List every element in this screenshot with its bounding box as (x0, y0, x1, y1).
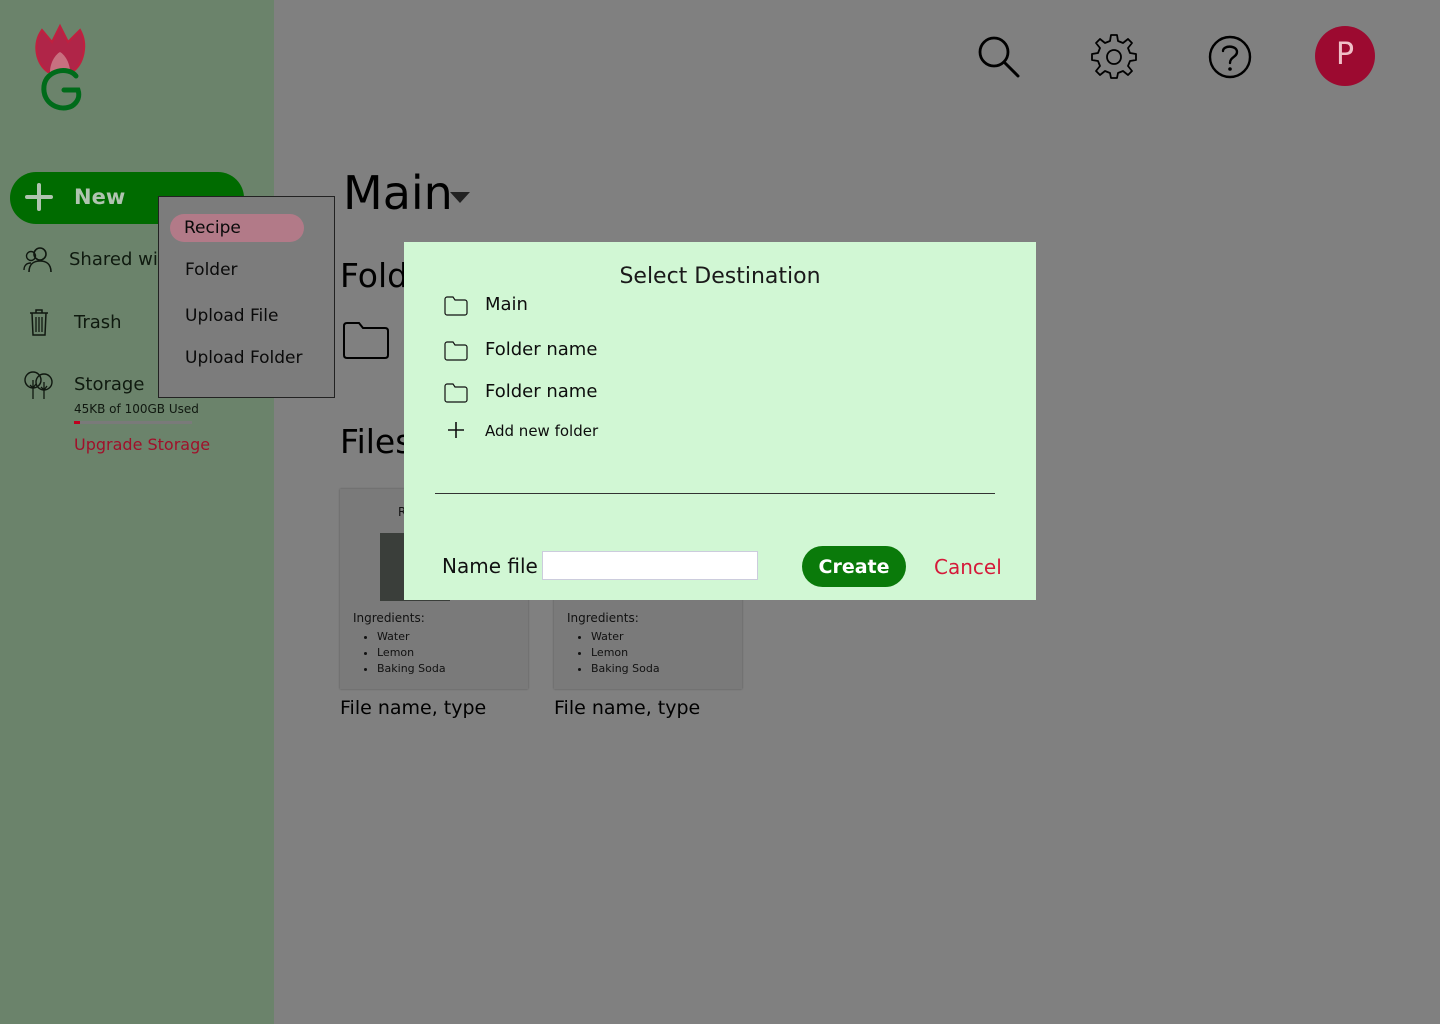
plus-icon (25, 183, 53, 211)
select-destination-dialog: Select Destination Main Folder name Fold… (404, 242, 1036, 600)
folder-icon (444, 341, 468, 361)
ingredients-list: Water Lemon Baking Soda (377, 629, 446, 677)
new-button-label: New (74, 185, 126, 209)
search-icon[interactable] (974, 32, 1022, 80)
menu-item-recipe[interactable]: Recipe (170, 214, 304, 242)
menu-item-folder[interactable]: Folder (185, 260, 238, 280)
name-file-label: Name file (442, 554, 538, 578)
avatar[interactable]: P (1315, 26, 1375, 86)
list-item: Lemon (591, 645, 660, 661)
name-file-input[interactable] (542, 551, 758, 580)
ingredients-list: Water Lemon Baking Soda (591, 629, 660, 677)
logo-icon (35, 23, 86, 111)
sidebar-item-label: Trash (74, 312, 122, 333)
ingredients-label: Ingredients: (353, 611, 425, 625)
file-caption[interactable]: File name, type (340, 697, 486, 719)
trees-icon (24, 371, 53, 399)
sidebar-item-label: Storage (74, 374, 145, 395)
chevron-down-icon[interactable] (450, 192, 470, 204)
list-item: Water (377, 629, 446, 645)
destination-item[interactable]: Main (444, 294, 744, 322)
menu-item-upload-file[interactable]: Upload File (185, 306, 278, 326)
destination-item[interactable]: Folder name (444, 339, 744, 367)
help-icon[interactable] (1206, 32, 1254, 80)
sidebar: New Shared with me Trash Storage 45KB of… (0, 0, 274, 1024)
list-item: Baking Soda (591, 661, 660, 677)
folder-icon (444, 383, 468, 403)
list-item: Baking Soda (377, 661, 446, 677)
destination-item[interactable]: Folder name (444, 381, 744, 409)
dialog-title: Select Destination (619, 264, 821, 289)
folder-icon[interactable] (342, 320, 390, 360)
cancel-button[interactable]: Cancel (934, 555, 1002, 579)
list-item: Lemon (377, 645, 446, 661)
new-menu: Recipe Folder Upload File Upload Folder (158, 196, 335, 398)
list-item: Water (591, 629, 660, 645)
destination-label: Folder name (485, 339, 598, 360)
ingredients-label: Ingredients: (567, 611, 639, 625)
destination-label: Folder name (485, 381, 598, 402)
add-new-folder-link[interactable]: Add new folder (485, 422, 598, 440)
divider (435, 493, 995, 494)
create-button[interactable]: Create (802, 546, 906, 587)
folder-icon (444, 296, 468, 316)
trash-icon (30, 309, 48, 336)
users-icon (23, 247, 52, 273)
menu-item-upload-folder[interactable]: Upload Folder (185, 348, 303, 368)
files-heading: Files (340, 422, 413, 461)
storage-progress-bar (74, 421, 192, 424)
file-caption[interactable]: File name, type (554, 697, 700, 719)
page-title: Main (343, 166, 453, 220)
storage-usage-text: 45KB of 100GB Used (74, 402, 199, 416)
storage-progress-fill (74, 421, 80, 424)
upgrade-storage-link[interactable]: Upgrade Storage (74, 435, 210, 454)
plus-icon[interactable] (448, 422, 464, 438)
gear-icon[interactable] (1090, 32, 1138, 80)
destination-label: Main (485, 294, 528, 315)
